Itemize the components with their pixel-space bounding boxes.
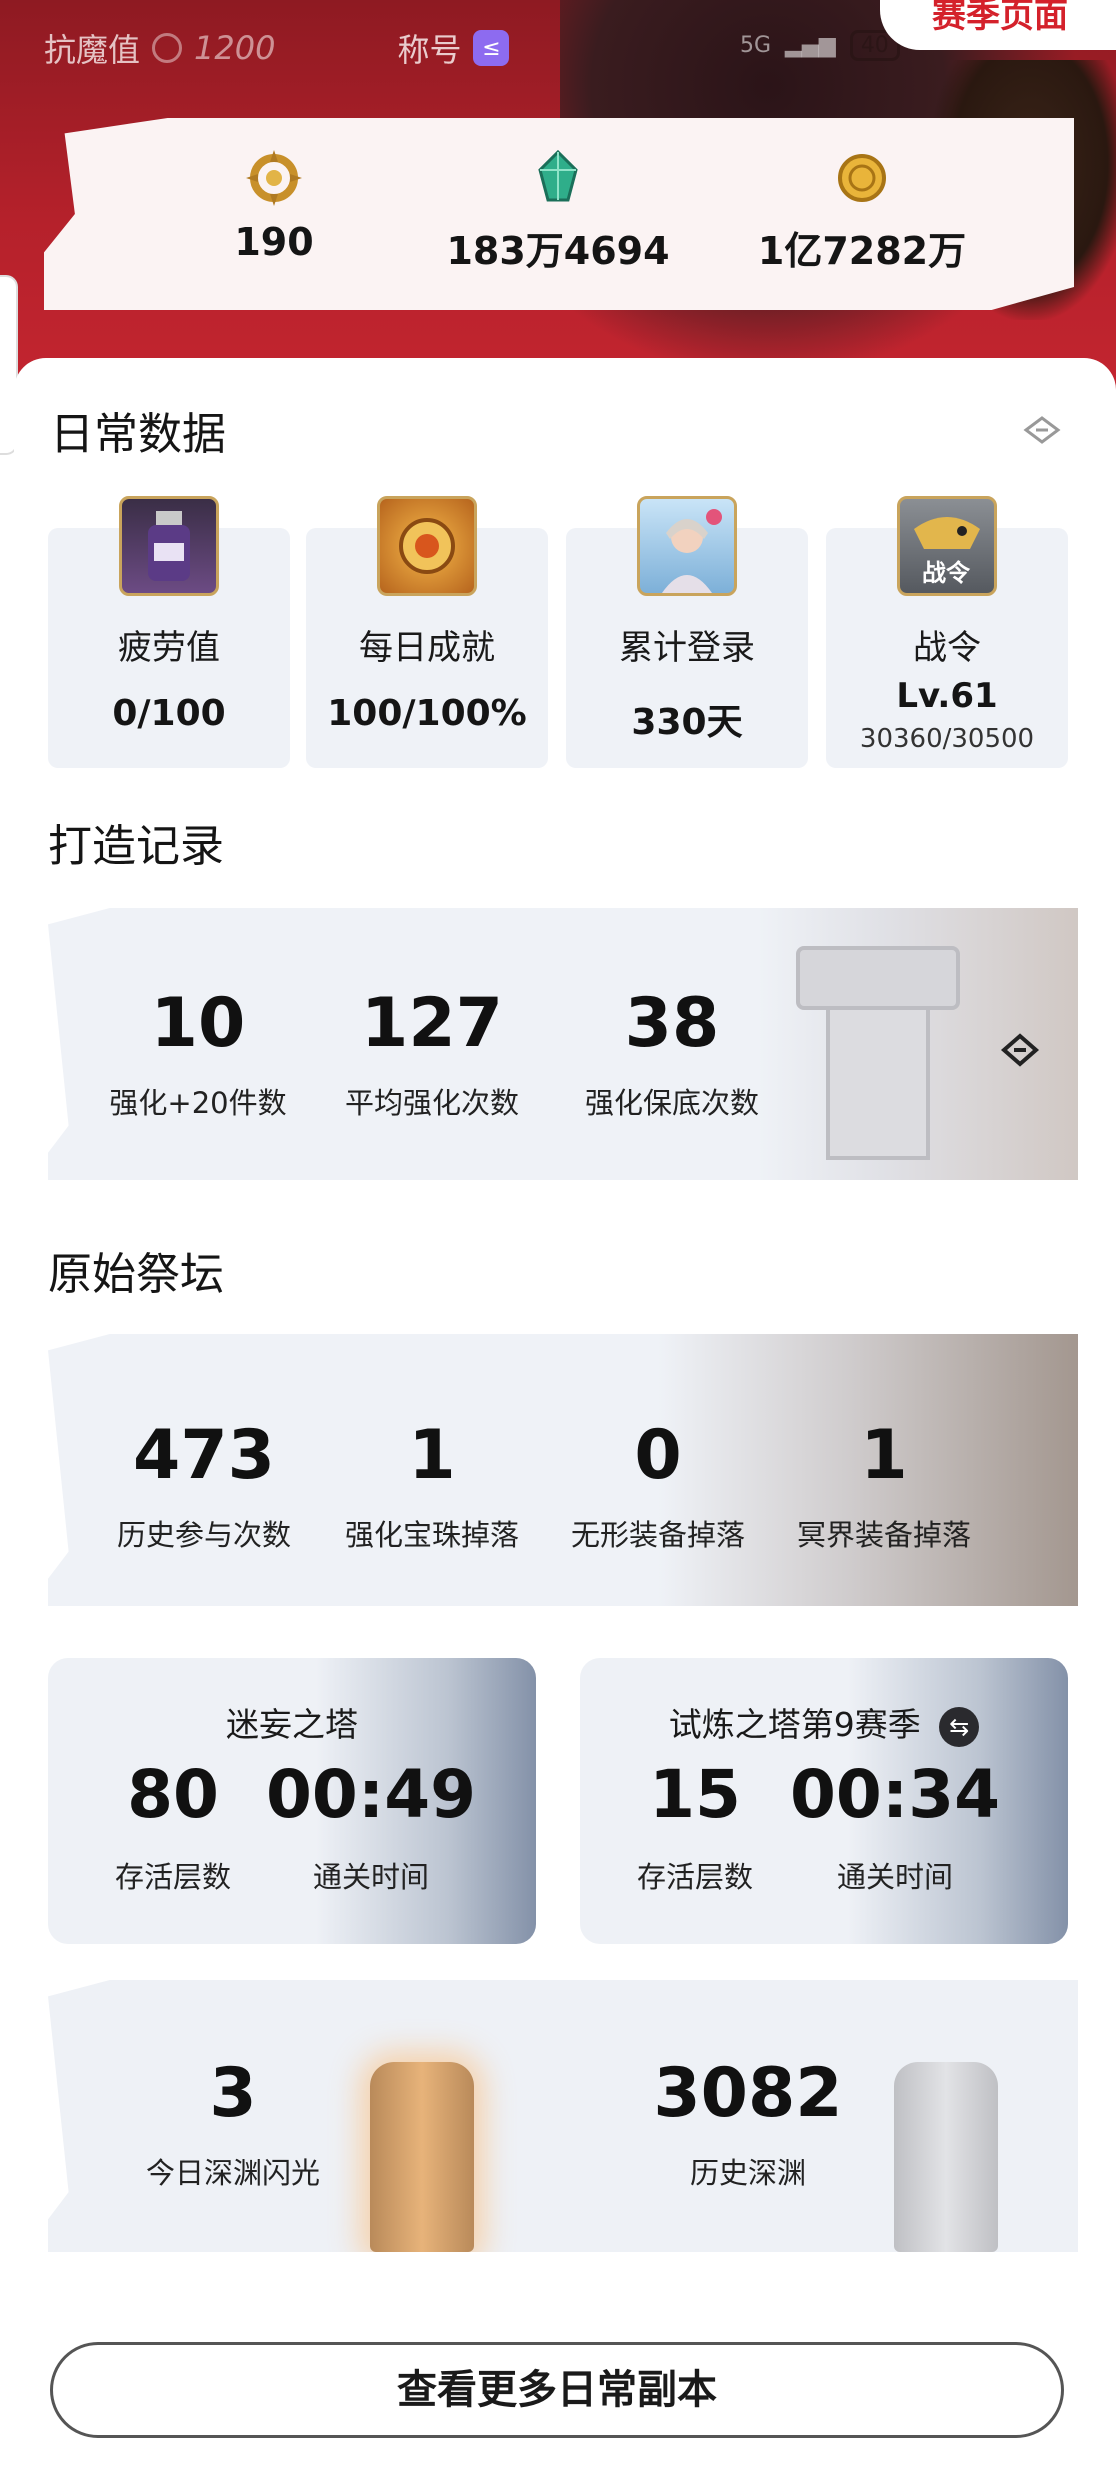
switch-season-icon[interactable]: ⇆: [939, 1706, 980, 1747]
stat-label: 强化保底次数: [584, 1086, 759, 1120]
tower-title: 迷妄之塔: [226, 1705, 358, 1744]
tile-value: 0/100: [112, 693, 226, 734]
stat-label: 今日深渊闪光: [145, 2156, 320, 2190]
system-status-icons: 5G ▂▄▆ 40: [740, 30, 900, 61]
stat-value: 38: [624, 984, 720, 1063]
stat-value: 1: [860, 1416, 908, 1495]
stat-label: 历史深渊: [689, 2156, 806, 2190]
tower-card-illusion[interactable]: 迷妄之塔 80 存活层数 00:49 通关时间: [48, 1658, 536, 1944]
stat-label-title: 称号: [397, 31, 462, 69]
currency-item: 1亿7282万: [732, 148, 992, 275]
stat-value: 3082: [653, 2054, 843, 2133]
tower-time-label: 通关时间: [312, 1860, 429, 1894]
fatigue-potion-icon: [119, 496, 219, 596]
abyss-stat-today: 3 今日深渊闪光: [108, 2060, 358, 2192]
daily-tile-fatigue[interactable]: 疲劳值 0/100: [48, 496, 290, 768]
currency-value: 190: [234, 220, 314, 264]
tower-floors: 15: [649, 1756, 741, 1833]
daily-tile-achievement[interactable]: 每日成就 100/100%: [306, 496, 548, 768]
tile-progress: 30360/30500: [859, 724, 1035, 754]
top-banner: 抗魔值 1200 称号 ≤ 5G ▂▄▆ 40 赛季页面 190 183万469…: [0, 0, 1116, 400]
altar-stat: 1 冥界装备掉落: [784, 1422, 984, 1554]
forge-stat: 38 强化保底次数: [562, 990, 782, 1122]
section-title-altar: 原始祭坛: [48, 1249, 224, 1300]
abyss-glow-pillar-icon: [370, 2062, 474, 2252]
gold-emblem-icon: [244, 148, 304, 208]
stat-label: 历史参与次数: [116, 1518, 291, 1552]
abyss-pillar-icon: [894, 2062, 998, 2252]
network-indicator: 5G: [740, 33, 772, 58]
stat-label: 冥界装备掉落: [796, 1518, 971, 1552]
altar-panel[interactable]: 473 历史参与次数 1 强化宝珠掉落 0 无形装备掉落 1 冥界装备掉落: [48, 1334, 1078, 1606]
altar-stat: 1 强化宝珠掉落: [332, 1422, 532, 1554]
forge-panel[interactable]: 10 强化+20件数 127 平均强化次数 38 强化保底次数: [48, 908, 1078, 1180]
tile-label: 每日成就: [359, 628, 495, 668]
battle-pass-icon-text: 战令: [922, 559, 970, 587]
section-title-daily: 日常数据: [50, 409, 226, 460]
daily-details-arrow-icon[interactable]: [1022, 410, 1062, 450]
tower-title-row: 试炼之塔第9赛季 ⇆: [580, 1698, 1068, 1747]
tile-label: 战令: [913, 628, 981, 668]
tower-time: 00:49: [266, 1756, 477, 1833]
stat-label: 平均强化次数: [344, 1086, 519, 1120]
stat-label: 无形装备掉落: [570, 1518, 745, 1552]
stat-value: 1: [408, 1416, 456, 1495]
currency-panel: 190 183万4694 1亿7282万: [44, 118, 1074, 310]
daily-tile-battle-pass[interactable]: 战令 战令 Lv.61 30360/30500: [826, 496, 1068, 768]
stat-value-resist: 1200: [194, 29, 276, 67]
currency-value: 1亿7282万: [757, 229, 967, 273]
altar-stat: 0 无形装备掉落: [558, 1422, 758, 1554]
stat-label: 强化宝珠掉落: [344, 1518, 519, 1552]
character-portrait-icon: [637, 496, 737, 596]
season-page-button[interactable]: 赛季页面: [880, 0, 1116, 50]
signal-icon: ▂▄▆: [785, 33, 836, 58]
tile-value: 330天: [631, 702, 743, 743]
stat-label-resist: 抗魔值: [44, 31, 141, 69]
more-dungeons-button[interactable]: 查看更多日常副本: [50, 2342, 1064, 2438]
forge-stat: 127 平均强化次数: [322, 990, 542, 1122]
tile-label: 疲劳值: [118, 628, 220, 668]
abyss-stat-history: 3082 历史深渊: [618, 2060, 878, 2192]
header-stats: 抗魔值 1200 称号 ≤: [44, 26, 510, 70]
tower-floors-label: 存活层数: [114, 1860, 231, 1894]
battle-pass-icon: 战令: [897, 496, 997, 596]
tile-level: Lv.61: [896, 676, 998, 716]
daily-tile-login[interactable]: 累计登录 330天: [566, 496, 808, 768]
achievement-medal-icon: [377, 496, 477, 596]
tower-floors: 80: [127, 1756, 219, 1833]
stat-value: 3: [209, 2054, 257, 2133]
tile-label: 累计登录: [619, 628, 755, 668]
gold-coin-icon: [832, 148, 892, 208]
tower-floors-label: 存活层数: [636, 1860, 753, 1894]
green-crystal-icon: [528, 148, 588, 208]
tile-value: 100/100%: [327, 693, 527, 734]
title-badge[interactable]: ≤: [473, 30, 510, 66]
forge-details-arrow-icon[interactable]: [998, 1028, 1042, 1076]
currency-item: 183万4694: [428, 148, 688, 275]
stat-value: 10: [150, 984, 246, 1063]
tower-card-trial[interactable]: 试炼之塔第9赛季 ⇆ 15 存活层数 00:34 通关时间: [580, 1658, 1068, 1944]
stat-value: 127: [361, 984, 503, 1063]
tower-time-label: 通关时间: [836, 1860, 953, 1894]
currency-value: 183万4694: [446, 229, 670, 273]
tower-title: 试炼之塔第9赛季: [668, 1705, 921, 1744]
forge-stat: 10 强化+20件数: [88, 990, 308, 1122]
stat-value: 0: [634, 1416, 682, 1495]
stat-value: 473: [133, 1416, 275, 1495]
resist-icon: [152, 33, 183, 63]
tower-time: 00:34: [790, 1756, 1001, 1833]
altar-stat: 473 历史参与次数: [104, 1422, 304, 1554]
stat-label: 强化+20件数: [109, 1086, 287, 1120]
abyss-panel[interactable]: 3 今日深渊闪光 3082 历史深渊: [48, 1980, 1078, 2252]
currency-item: 190: [144, 148, 404, 264]
section-title-forge: 打造记录: [48, 821, 224, 872]
